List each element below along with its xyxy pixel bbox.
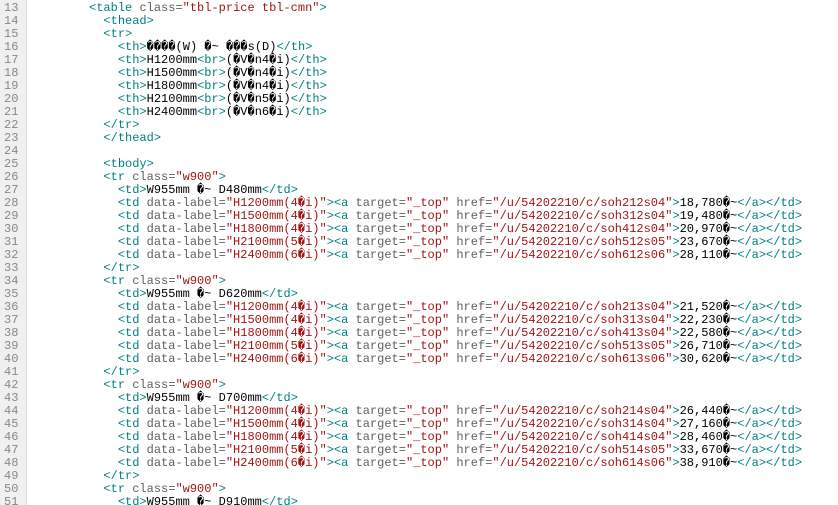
line-number: 51 bbox=[4, 496, 18, 505]
code-area[interactable]: <table class="tbl-price tbl-cmn"> <thead… bbox=[27, 0, 802, 505]
code-line[interactable]: <thead> bbox=[31, 15, 802, 28]
code-editor[interactable]: 1314151617181920212223242526272829303132… bbox=[0, 0, 838, 505]
code-line[interactable]: <td data-label="H2400mm(6�i)"><a target=… bbox=[31, 249, 802, 262]
code-line[interactable]: <th>H2400mm<br>(�V�n6�i)</th> bbox=[31, 106, 802, 119]
code-line[interactable]: <td>W955mm �~ D910mm</td> bbox=[31, 496, 802, 505]
code-line[interactable]: <td data-label="H2400mm(6�i)"><a target=… bbox=[31, 353, 802, 366]
code-line[interactable]: </thead> bbox=[31, 132, 802, 145]
line-number-gutter: 1314151617181920212223242526272829303132… bbox=[0, 0, 27, 505]
code-line[interactable]: <td data-label="H2400mm(6�i)"><a target=… bbox=[31, 457, 802, 470]
